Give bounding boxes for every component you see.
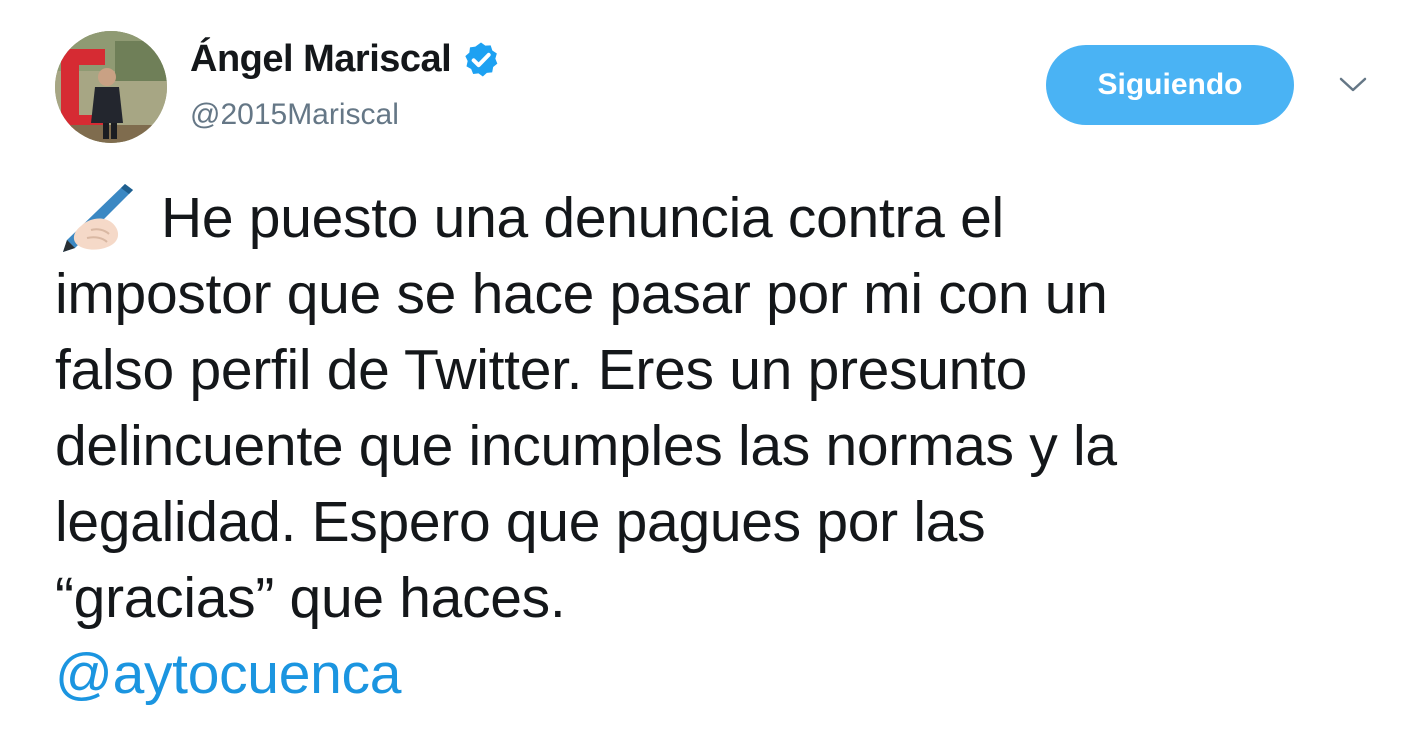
- tweet-line-text: He puesto una denuncia contra el: [161, 186, 1004, 250]
- verified-badge-icon: [465, 42, 498, 76]
- profile-avatar-image: [55, 31, 167, 143]
- tweet-line: impostor que se hace pasar por mi con un: [55, 262, 1108, 326]
- author-display-name[interactable]: Ángel Mariscal: [190, 38, 501, 81]
- tweet-mention-line: @aytocuenca: [55, 636, 1385, 712]
- tweet-line: “gracias” que haces.: [55, 566, 566, 630]
- tweet-text: He puesto una denuncia contra el imposto…: [55, 180, 1385, 712]
- chevron-down-icon[interactable]: [1335, 72, 1371, 96]
- writing-hand-icon: [63, 184, 133, 252]
- author-handle[interactable]: @2015Mariscal: [190, 98, 399, 132]
- tweet-line: He puesto una denuncia contra el: [55, 180, 1385, 256]
- tweet-card: Ángel Mariscal @2015Mariscal Siguiendo H…: [0, 0, 1417, 732]
- tweet-line: legalidad. Espero que pagues por las: [55, 490, 986, 554]
- mention-link[interactable]: @aytocuenca: [55, 642, 401, 706]
- author-name-text: Ángel Mariscal: [190, 38, 452, 80]
- tweet-line: delincuente que incumples las normas y l…: [55, 414, 1117, 478]
- following-button[interactable]: Siguiendo: [1046, 45, 1294, 125]
- tweet-line: falso perfil de Twitter. Eres un presunt…: [55, 338, 1028, 402]
- avatar[interactable]: [55, 31, 167, 143]
